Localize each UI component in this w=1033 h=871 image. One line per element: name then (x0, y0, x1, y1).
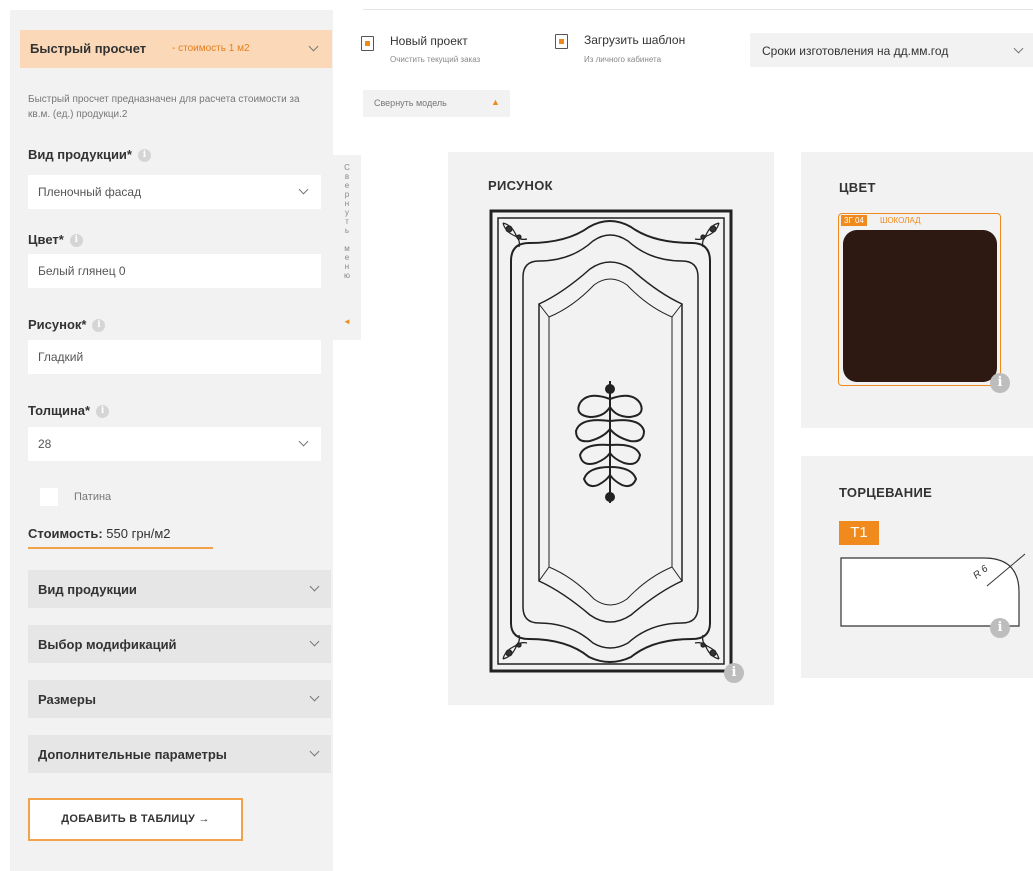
cost-text: Стоимость: 550 грн/м2 (28, 526, 171, 541)
edge-info-icon[interactable]: i (990, 618, 1010, 638)
accordion-label: Размеры (38, 692, 96, 707)
edge-card-title: ТОРЦЕВАНИЕ (839, 485, 933, 500)
color-name-label: ШОКОЛАД (877, 215, 924, 226)
color-swatch (843, 230, 997, 382)
chevron-down-icon (309, 746, 320, 757)
add-to-table-button[interactable]: ДОБАВИТЬ В ТАБЛИЦУ → (28, 798, 243, 841)
accordion-extra-params[interactable]: Дополнительные параметры (28, 735, 331, 773)
accordion-label: Выбор модификаций (38, 637, 177, 652)
quick-calc-header[interactable]: Быстрый просчет - стоимость 1 м2 (20, 30, 332, 68)
collapse-model-label: Свернуть модель (374, 98, 447, 108)
collapse-menu-label: С в е р н у т ь м е н ю (344, 163, 350, 280)
collapse-model-button[interactable]: Свернуть модель ▲ (363, 90, 510, 117)
info-icon[interactable]: i (69, 234, 83, 248)
cost-underline (28, 547, 213, 549)
door-facade-drawing (489, 209, 733, 673)
pattern-info-icon[interactable]: i (724, 663, 744, 683)
collapse-menu-tab[interactable]: С в е р н у т ь м е н ю ◄ (333, 155, 361, 340)
chevron-down-icon (309, 691, 320, 702)
chevron-down-icon (309, 636, 320, 647)
patina-label: Патина (74, 491, 112, 503)
info-icon[interactable]: i (96, 405, 110, 419)
product-type-select[interactable]: Пленочный фасад (28, 175, 321, 209)
chevron-down-icon (309, 581, 320, 592)
patina-checkbox[interactable] (40, 488, 58, 506)
color-value: Белый глянец 0 (38, 264, 126, 278)
info-icon[interactable]: i (92, 319, 106, 333)
new-project-title: Новый проект (390, 34, 468, 48)
product-type-label: Вид продукции* i (28, 147, 151, 163)
deadline-label: Сроки изготовления на дд.мм.год (762, 44, 949, 58)
color-card-title: ЦВЕТ (839, 180, 876, 195)
pattern-card-title: РИСУНОК (488, 178, 553, 193)
accordion-label: Дополнительные параметры (38, 747, 227, 762)
accordion-label: Вид продукции (38, 582, 137, 597)
deadline-select[interactable]: Сроки изготовления на дд.мм.год (750, 33, 1033, 67)
edge-card: ТОРЦЕВАНИЕ Т1 R 6 i (801, 456, 1033, 678)
new-project-subtitle: Очистить текущий заказ (390, 55, 481, 64)
left-panel: Быстрый просчет - стоимость 1 м2 Быстрый… (10, 10, 333, 871)
color-code-badge: 3Г 04 (841, 215, 867, 226)
quick-calc-title: Быстрый просчет (30, 41, 147, 56)
pattern-label: Рисунок* i (28, 317, 106, 333)
pattern-card: РИСУНОК i (448, 152, 774, 705)
chevron-down-icon[interactable] (308, 41, 319, 52)
chevron-down-icon (1013, 43, 1024, 54)
quick-calc-subtitle: - стоимость 1 м2 (172, 43, 250, 54)
color-input[interactable]: Белый глянец 0 (28, 254, 321, 288)
load-template-subtitle: Из личного кабинета (584, 55, 662, 64)
load-template-title: Загрузить шаблон (584, 33, 686, 47)
accordion-modifications[interactable]: Выбор модификаций (28, 625, 331, 663)
triangle-up-icon: ▲ (491, 97, 500, 107)
accordion-product-type[interactable]: Вид продукции (28, 570, 331, 608)
upload-file-icon (555, 34, 568, 49)
top-divider (363, 9, 1033, 10)
quick-calc-description: Быстрый просчет предназначен для расчета… (28, 94, 300, 120)
color-label: Цвет* i (28, 232, 83, 248)
arrow-left-icon: ◄ (343, 317, 351, 326)
product-type-value: Пленочный фасад (38, 185, 142, 199)
new-file-icon (361, 36, 374, 51)
color-swatch-frame[interactable]: 3Г 04 ШОКОЛАД (838, 213, 1001, 386)
thickness-label: Толщина* i (28, 403, 110, 419)
thickness-value: 28 (38, 437, 52, 451)
accordion-sizes[interactable]: Размеры (28, 680, 331, 718)
info-icon[interactable]: i (138, 149, 151, 163)
thickness-select[interactable]: 28 (28, 427, 321, 461)
edge-type-badge: Т1 (839, 521, 879, 545)
pattern-input[interactable]: Гладкий (28, 340, 321, 374)
chevron-down-icon (298, 184, 309, 195)
pattern-value: Гладкий (38, 350, 84, 364)
chevron-down-icon (298, 436, 309, 447)
color-info-icon[interactable]: i (990, 373, 1010, 393)
color-card: ЦВЕТ 3Г 04 ШОКОЛАД i (801, 152, 1033, 428)
